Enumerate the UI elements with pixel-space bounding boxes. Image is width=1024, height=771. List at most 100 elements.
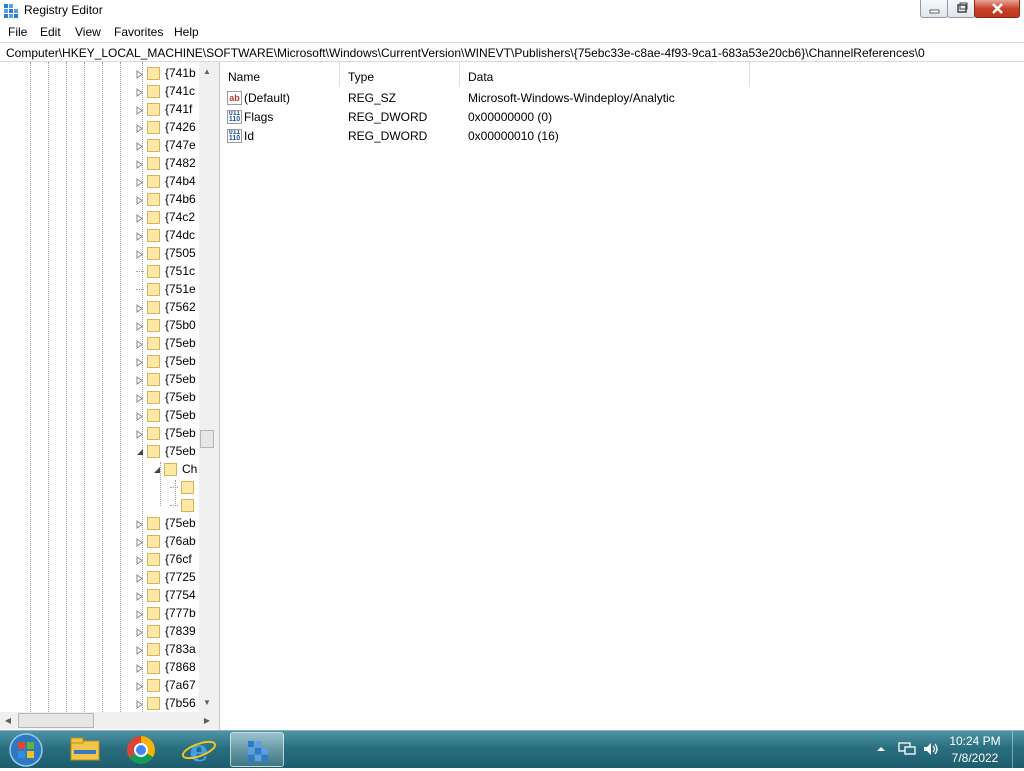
folder-icon <box>147 589 160 602</box>
expand-arrow-icon[interactable] <box>136 212 144 223</box>
expand-arrow-icon[interactable] <box>136 680 144 691</box>
binary-value-icon: 011 110 <box>227 110 242 124</box>
column-header-name[interactable]: Name <box>220 62 340 87</box>
expand-arrow-icon[interactable] <box>136 662 144 673</box>
menu-edit[interactable]: Edit <box>40 25 61 39</box>
value-row[interactable]: 011 110 Flags REG_DWORD 0x00000000 (0) <box>220 108 1024 127</box>
tree-node-label: {74b4 <box>165 174 196 188</box>
expand-arrow-icon[interactable] <box>136 68 144 79</box>
scroll-up-icon[interactable]: ▲ <box>199 64 215 80</box>
tree-node-label: {74c2 <box>165 210 196 224</box>
menu-bar: File Edit View Favorites Help <box>0 22 1024 42</box>
folder-icon <box>147 67 160 80</box>
tree-node-label: {75eb <box>165 408 196 422</box>
scroll-left-icon[interactable]: ◀ <box>0 712 16 729</box>
address-path[interactable]: Computer\HKEY_LOCAL_MACHINE\SOFTWARE\Mic… <box>6 46 925 60</box>
expand-arrow-icon[interactable] <box>136 410 144 421</box>
menu-file[interactable]: File <box>8 25 27 39</box>
tree-node-label: {741b <box>165 66 196 80</box>
tree-node-label: {74dc <box>165 228 196 242</box>
tree-node-label: {7868 <box>165 660 196 674</box>
expand-arrow-icon[interactable] <box>136 698 144 709</box>
expand-arrow-icon[interactable] <box>136 86 144 97</box>
collapse-arrow-icon[interactable] <box>136 446 144 455</box>
string-value-icon: ab <box>227 91 242 105</box>
tree-node-label: {7426 <box>165 120 196 134</box>
expand-arrow-icon[interactable] <box>136 320 144 331</box>
regedit-icon <box>248 741 268 761</box>
folder-icon <box>147 139 160 152</box>
tree-node-label: {75eb <box>165 336 196 350</box>
key-tree[interactable]: {741b {741c {741f {7426 {747e {7482 {74b4 {74b6… <box>0 62 215 730</box>
folder-icon <box>147 229 160 242</box>
clock-date[interactable]: 7/8/2022 <box>948 751 1002 765</box>
collapse-arrow-icon[interactable] <box>153 464 161 473</box>
expand-arrow-icon[interactable] <box>136 140 144 151</box>
value-row[interactable]: ab (Default) REG_SZ Microsoft-Windows-Wi… <box>220 89 1024 108</box>
expand-arrow-icon[interactable] <box>136 590 144 601</box>
folder-icon <box>147 697 160 710</box>
minimize-button[interactable] <box>920 0 948 18</box>
taskbar-file-explorer[interactable] <box>58 732 112 767</box>
binary-value-icon: 011 110 <box>227 129 242 143</box>
column-header-type[interactable]: Type <box>340 62 460 87</box>
tree-node-label: {751c <box>165 264 196 278</box>
expand-arrow-icon[interactable] <box>136 194 144 205</box>
menu-favorites[interactable]: Favorites <box>114 25 163 39</box>
clock-time[interactable]: 10:24 PM <box>948 734 1002 748</box>
expand-arrow-icon[interactable] <box>136 338 144 349</box>
values-list[interactable]: Name Type Data ab (Default) REG_SZ Micro… <box>220 62 1024 730</box>
expand-arrow-icon[interactable] <box>136 176 144 187</box>
scroll-right-icon[interactable]: ▶ <box>199 712 215 729</box>
address-bar[interactable]: Computer\HKEY_LOCAL_MACHINE\SOFTWARE\Mic… <box>0 42 1024 62</box>
value-row[interactable]: 011 110 Id REG_DWORD 0x00000010 (16) <box>220 127 1024 146</box>
taskbar-internet-explorer[interactable]: e <box>172 732 226 769</box>
expand-arrow-icon[interactable] <box>136 536 144 547</box>
expand-arrow-icon[interactable] <box>136 518 144 529</box>
restore-button[interactable] <box>947 0 975 18</box>
regedit-app-icon[interactable] <box>3 3 19 19</box>
expand-arrow-icon[interactable] <box>136 230 144 241</box>
tree-node-label: {751e <box>165 282 196 296</box>
expand-arrow-icon[interactable] <box>136 356 144 367</box>
expand-arrow-icon[interactable] <box>136 428 144 439</box>
tree-horizontal-scrollbar[interactable]: ◀ ▶ <box>0 712 215 729</box>
start-button[interactable] <box>4 732 44 768</box>
expand-arrow-icon[interactable] <box>136 104 144 115</box>
expand-arrow-icon[interactable] <box>136 608 144 619</box>
expand-arrow-icon[interactable] <box>136 374 144 385</box>
expand-arrow-icon[interactable] <box>136 572 144 583</box>
close-button[interactable] <box>974 0 1020 18</box>
expand-arrow-icon[interactable] <box>136 122 144 133</box>
tree-node-label: {741c <box>165 84 196 98</box>
menu-help[interactable]: Help <box>174 25 199 39</box>
volume-icon[interactable] <box>922 741 940 757</box>
folder-icon <box>147 445 160 458</box>
column-header-data[interactable]: Data <box>460 62 750 87</box>
tree-node-label: {75eb <box>165 426 196 440</box>
taskbar-chrome[interactable] <box>114 732 168 767</box>
show-hidden-icons-icon[interactable] <box>876 744 886 754</box>
show-desktop-button[interactable] <box>1012 731 1024 768</box>
taskbar-registry-editor[interactable] <box>230 732 284 767</box>
expand-arrow-icon[interactable] <box>136 248 144 259</box>
expand-arrow-icon[interactable] <box>136 626 144 637</box>
expand-arrow-icon[interactable] <box>136 392 144 403</box>
tree-node-label: {75eb <box>165 372 196 386</box>
network-icon[interactable] <box>898 741 916 757</box>
tree-guide-line <box>136 271 144 272</box>
expand-arrow-icon[interactable] <box>136 554 144 565</box>
tree-scroll-thumb[interactable] <box>200 430 214 448</box>
tree-node-label: {7754 <box>165 588 196 602</box>
value-name: Flags <box>244 110 274 124</box>
scroll-down-icon[interactable]: ▼ <box>199 695 215 711</box>
expand-arrow-icon[interactable] <box>136 302 144 313</box>
expand-arrow-icon[interactable] <box>136 644 144 655</box>
menu-view[interactable]: View <box>75 25 101 39</box>
folder-icon <box>181 499 194 512</box>
tree-hscroll-thumb[interactable] <box>18 713 94 728</box>
folder-icon <box>147 247 160 260</box>
tree-vertical-scrollbar[interactable]: ▲ ▼ <box>199 62 215 712</box>
column-header-label: Type <box>348 70 375 84</box>
expand-arrow-icon[interactable] <box>136 158 144 169</box>
